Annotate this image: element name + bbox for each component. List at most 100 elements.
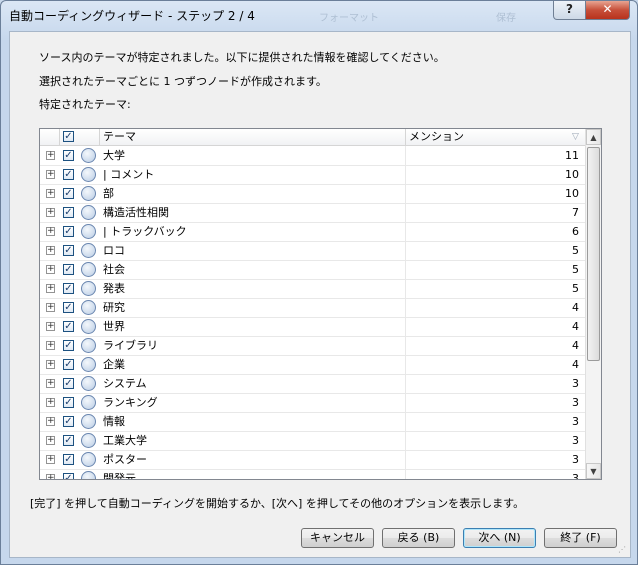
theme-name: | コメント (103, 168, 155, 181)
expand-icon[interactable]: + (46, 303, 55, 312)
mention-count: 5 (572, 244, 579, 257)
theme-name: ランキング (103, 396, 158, 409)
expand-icon[interactable]: + (46, 246, 55, 255)
theme-checkbox[interactable]: ✓ (63, 207, 74, 218)
expand-icon[interactable]: + (46, 341, 55, 350)
expand-icon[interactable]: + (46, 379, 55, 388)
expand-icon[interactable]: + (46, 322, 55, 331)
back-button[interactable]: 戻る (B) (382, 528, 455, 548)
theme-checkbox[interactable]: ✓ (63, 473, 74, 479)
theme-checkbox[interactable]: ✓ (63, 150, 74, 161)
mention-count: 11 (565, 149, 579, 162)
theme-name: 世界 (103, 320, 125, 333)
node-icon (81, 167, 96, 182)
node-icon (81, 281, 96, 296)
close-button[interactable]: ✕ (585, 1, 630, 20)
theme-checkbox[interactable]: ✓ (63, 226, 74, 237)
intro-text: 選択されたテーマごとに 1 つずつノードが作成されます。 (39, 75, 327, 88)
theme-row[interactable]: + ✓ ランキング 3 (40, 393, 585, 413)
expand-icon[interactable]: + (46, 227, 55, 236)
theme-row[interactable]: + ✓ 研究 4 (40, 298, 585, 318)
theme-checkbox[interactable]: ✓ (63, 340, 74, 351)
node-icon (81, 148, 96, 163)
expand-icon[interactable]: + (46, 455, 55, 464)
theme-row[interactable]: + ✓ 発表 5 (40, 279, 585, 299)
expand-icon[interactable]: + (46, 170, 55, 179)
theme-row[interactable]: + ✓ 開発元 3 (40, 469, 585, 480)
theme-checkbox[interactable]: ✓ (63, 302, 74, 313)
mention-count: 7 (572, 206, 579, 219)
theme-checkbox[interactable]: ✓ (63, 397, 74, 408)
theme-row[interactable]: + ✓ 部 10 (40, 184, 585, 204)
theme-row[interactable]: + ✓ | コメント 10 (40, 165, 585, 185)
theme-checkbox[interactable]: ✓ (63, 359, 74, 370)
theme-checkbox[interactable]: ✓ (63, 454, 74, 465)
expand-icon[interactable]: + (46, 360, 55, 369)
mention-count: 5 (572, 282, 579, 295)
themes-label: 特定されたテーマ: (39, 98, 131, 111)
node-icon (81, 224, 96, 239)
node-icon (81, 300, 96, 315)
theme-row[interactable]: + ✓ 社会 5 (40, 260, 585, 280)
mention-count: 4 (572, 320, 579, 333)
finish-button[interactable]: 終了 (F) (544, 528, 617, 548)
theme-row[interactable]: + ✓ 企業 4 (40, 355, 585, 375)
theme-row[interactable]: + ✓ 大学 11 (40, 146, 585, 166)
theme-name: ポスター (103, 453, 147, 466)
scroll-up-icon[interactable]: ▲ (586, 129, 601, 145)
title-bar[interactable]: 自動コーディングウィザード - ステップ 2 / 4 フォーマット 保存 ? ✕ (1, 1, 637, 29)
expand-icon[interactable]: + (46, 417, 55, 426)
theme-checkbox[interactable]: ✓ (63, 321, 74, 332)
theme-name: 情報 (103, 415, 125, 428)
theme-checkbox[interactable]: ✓ (63, 188, 74, 199)
theme-row[interactable]: + ✓ ポスター 3 (40, 450, 585, 470)
theme-row[interactable]: + ✓ ライブラリ 4 (40, 336, 585, 356)
themes-grid: ✓ テーマ メンション ▽ + ✓ 大学 11 + ✓ | コメント 10 + ✓ 部 10 + ✓ 構造活… (39, 128, 602, 480)
resize-grip-icon[interactable]: ⋰ (618, 545, 628, 555)
cancel-button[interactable]: キャンセル (301, 528, 374, 548)
node-icon (81, 395, 96, 410)
theme-row[interactable]: + ✓ 構造活性相関 7 (40, 203, 585, 223)
mention-count: 10 (565, 187, 579, 200)
theme-checkbox[interactable]: ✓ (63, 169, 74, 180)
expand-icon[interactable]: + (46, 474, 55, 479)
mention-count: 6 (572, 225, 579, 238)
sort-arrow-icon: ▽ (572, 132, 579, 142)
theme-row[interactable]: + ✓ 工業大学 3 (40, 431, 585, 451)
expand-icon[interactable]: + (46, 398, 55, 407)
column-header-mentions[interactable]: メンション (409, 129, 464, 145)
theme-row[interactable]: + ✓ | トラックバック 6 (40, 222, 585, 242)
theme-row[interactable]: + ✓ システム 3 (40, 374, 585, 394)
scroll-thumb[interactable] (587, 147, 600, 361)
expand-icon[interactable]: + (46, 151, 55, 160)
theme-name: ライブラリ (103, 339, 158, 352)
theme-checkbox[interactable]: ✓ (63, 283, 74, 294)
expand-icon[interactable]: + (46, 284, 55, 293)
grid-header: ✓ テーマ メンション ▽ (40, 129, 585, 146)
theme-checkbox[interactable]: ✓ (63, 378, 74, 389)
vertical-scrollbar[interactable]: ▲ ▼ (585, 129, 601, 479)
theme-checkbox[interactable]: ✓ (63, 245, 74, 256)
theme-row[interactable]: + ✓ ロコ 5 (40, 241, 585, 261)
mention-count: 3 (572, 472, 579, 480)
theme-name: 社会 (103, 263, 125, 276)
expand-icon[interactable]: + (46, 208, 55, 217)
theme-checkbox[interactable]: ✓ (63, 264, 74, 275)
mention-count: 3 (572, 377, 579, 390)
expand-icon[interactable]: + (46, 265, 55, 274)
theme-row[interactable]: + ✓ 情報 3 (40, 412, 585, 432)
next-button[interactable]: 次へ (N) (463, 528, 536, 548)
expand-icon[interactable]: + (46, 189, 55, 198)
node-icon (81, 376, 96, 391)
help-button[interactable]: ? (553, 1, 586, 20)
theme-checkbox[interactable]: ✓ (63, 435, 74, 446)
node-icon (81, 186, 96, 201)
theme-row[interactable]: + ✓ 世界 4 (40, 317, 585, 337)
scroll-down-icon[interactable]: ▼ (586, 463, 601, 479)
column-header-theme[interactable]: テーマ (103, 129, 136, 145)
theme-checkbox[interactable]: ✓ (63, 416, 74, 427)
expand-icon[interactable]: + (46, 436, 55, 445)
select-all-checkbox[interactable]: ✓ (63, 131, 74, 142)
theme-name: 開発元 (103, 472, 136, 480)
mention-count: 3 (572, 453, 579, 466)
